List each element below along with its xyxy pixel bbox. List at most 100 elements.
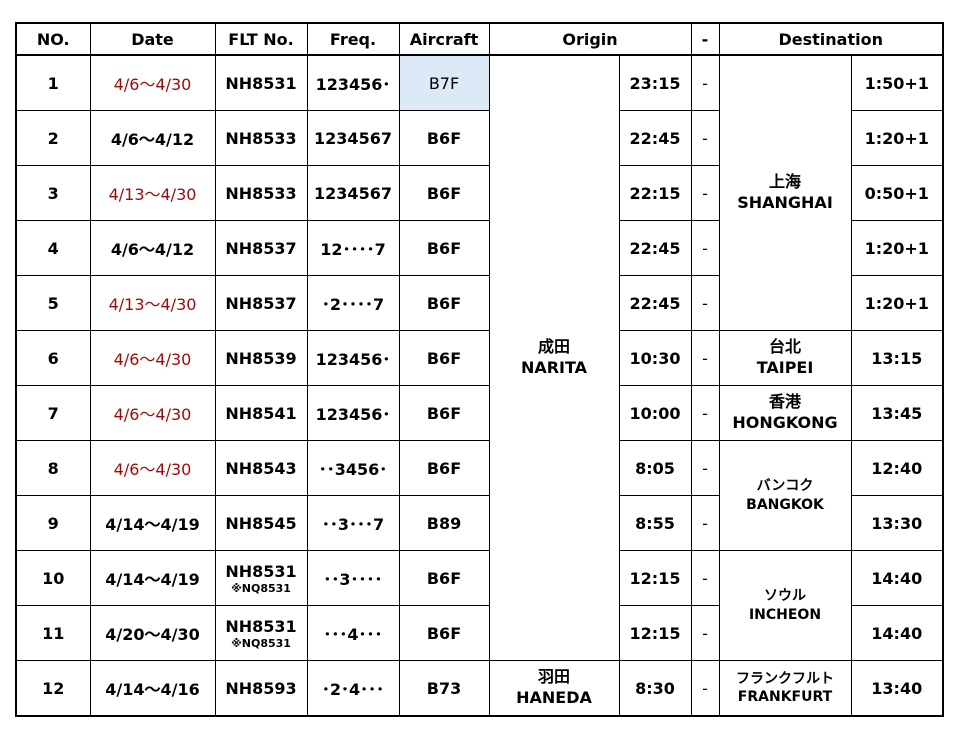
time-dash: - [690,275,720,331]
time-dash: - [690,440,720,496]
table-row: 1 4/6～4/30 NH8531 123456･ B7F 成田 NARITA … [15,54,944,661]
date-range: 4/14～4/19 [89,550,216,606]
destination-en: HONGKONG [732,413,838,432]
destination-en: FRANKFURT [737,689,833,705]
departure-time: 22:15 [618,165,692,221]
header-aircraft: Aircraft [398,22,490,56]
time-dash: - [690,385,720,441]
aircraft-type: B7F [398,54,490,111]
row-number: 8 [15,440,91,496]
arrival-time: 14:40 [850,550,944,606]
date-range: 4/14～4/16 [89,660,216,717]
aircraft-type: B73 [398,660,490,717]
destination-frankfurt: フランクフルト FRANKFURT [718,660,852,717]
departure-time: 12:15 [618,550,692,606]
row-number: 1 [15,54,91,111]
departure-time: 23:15 [618,54,692,111]
departure-time: 22:45 [618,220,692,276]
frequency: ･･3456･ [306,440,400,496]
aircraft-type: B6F [398,440,490,496]
codeshare-number: ※NQ8531 [231,581,291,595]
row-number: 12 [15,660,91,717]
frequency: ･2････7 [306,275,400,331]
header-frequency: Freq. [306,22,400,56]
destination-en: SHANGHAI [737,193,833,212]
flight-number: NH8543 [214,440,308,496]
aircraft-type: B89 [398,495,490,551]
departure-time: 22:45 [618,275,692,331]
header-dash: - [690,22,720,56]
row-number: 11 [15,605,91,661]
flight-number: NH8539 [214,330,308,386]
origin-jp: 成田 [537,337,570,357]
time-dash: - [690,550,720,606]
row-number: 10 [15,550,91,606]
flight-number: NH8533 [214,110,308,166]
destination-jp: 上海 [768,172,801,192]
date-range: 4/6～4/12 [89,220,216,276]
arrival-time: 14:40 [850,605,944,661]
arrival-time: 12:40 [850,440,944,496]
frequency: 123456･ [306,330,400,386]
destination-shanghai: 上海 SHANGHAI [718,54,852,331]
destination-jp: 台北 [768,337,801,357]
frequency: 123456･ [306,54,400,111]
date-range: 4/13～4/30 [89,165,216,221]
header-destination: Destination [718,22,944,56]
header-date: Date [89,22,216,56]
header-no: NO. [15,22,91,56]
row-number: 7 [15,385,91,441]
departure-time: 10:30 [618,330,692,386]
table-row: 8 4/6～4/30 NH8543 ･･3456･ B6F 8:05 - バンコ… [15,440,944,551]
header-origin: Origin [488,22,692,56]
frequency: 12････7 [306,220,400,276]
destination-en: TAIPEI [756,358,814,377]
date-range: 4/6～4/12 [89,110,216,166]
arrival-time: 1:20+1 [850,275,944,331]
destination-jp: ソウル [764,588,806,605]
flight-number: NH8537 [214,275,308,331]
header-row: NO. Date FLT No. Freq. Aircraft Origin -… [15,22,944,56]
aircraft-type: B6F [398,385,490,441]
time-dash: - [690,660,720,717]
header-flight-number: FLT No. [214,22,308,56]
aircraft-type: B6F [398,330,490,386]
row-number: 3 [15,165,91,221]
date-range: 4/6～4/30 [89,54,216,111]
time-dash: - [690,330,720,386]
departure-time: 8:30 [618,660,692,717]
origin-haneda: 羽田 HANEDA [488,660,620,717]
time-dash: - [690,495,720,551]
destination-incheon: ソウル INCHEON [718,550,852,661]
date-range: 4/6～4/30 [89,385,216,441]
arrival-time: 0:50+1 [850,165,944,221]
codeshare-number: ※NQ8531 [231,636,291,650]
flight-number: NH8545 [214,495,308,551]
destination-jp: フランクフルト [736,670,834,687]
flight-number: NH8593 [214,660,308,717]
time-dash: - [690,605,720,661]
origin-jp: 羽田 [537,667,570,687]
date-range: 4/14～4/19 [89,495,216,551]
origin-en: HANEDA [516,688,592,707]
time-dash: - [690,110,720,166]
aircraft-type: B6F [398,220,490,276]
aircraft-type: B6F [398,605,490,661]
time-dash: - [690,220,720,276]
departure-time: 22:45 [618,110,692,166]
destination-jp: 香港 [768,392,801,412]
flight-number-main: NH8531 [225,561,297,581]
flight-schedule-table: NO. Date FLT No. Freq. Aircraft Origin -… [15,22,944,717]
frequency: 1234567 [306,165,400,221]
frequency: 123456･ [306,385,400,441]
arrival-time: 13:45 [850,385,944,441]
flight-number: NH8541 [214,385,308,441]
departure-time: 10:00 [618,385,692,441]
time-dash: - [690,54,720,111]
arrival-time: 1:20+1 [850,110,944,166]
aircraft-type: B6F [398,550,490,606]
row-number: 5 [15,275,91,331]
origin-narita: 成田 NARITA [488,54,620,661]
date-range: 4/6～4/30 [89,440,216,496]
aircraft-type: B6F [398,110,490,166]
